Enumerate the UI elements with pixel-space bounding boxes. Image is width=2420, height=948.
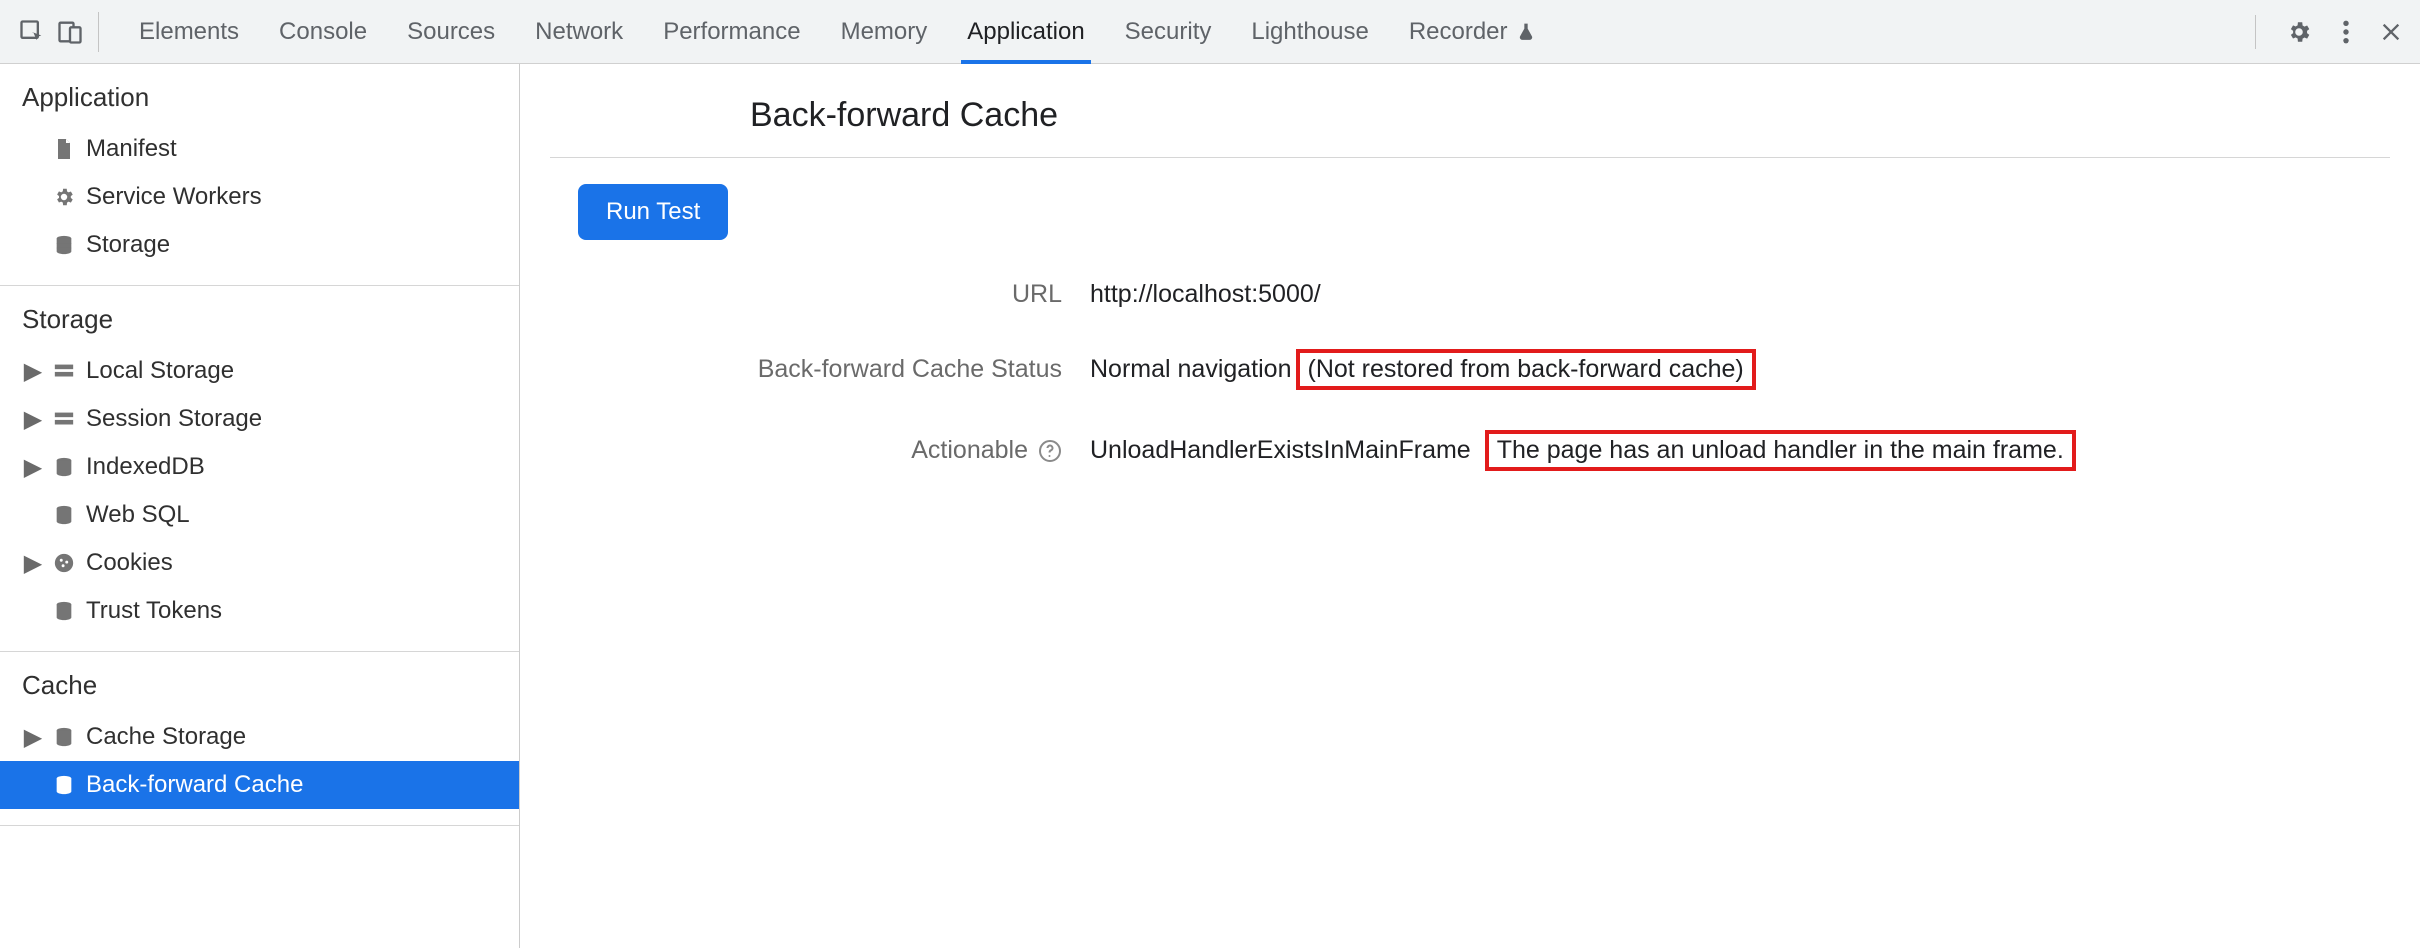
page-title: Back-forward Cache [750,96,2390,135]
devtools-tabs: Elements Console Sources Network Perform… [111,0,2223,63]
actionable-code: UnloadHandlerExistsInMainFrame [1090,436,1471,465]
sidebar-item-label: Cache Storage [86,723,246,751]
status-paren-text: (Not restored from back-forward cache) [1308,355,1744,383]
tab-lighthouse[interactable]: Lighthouse [1251,0,1368,63]
sidebar-item-label: Session Storage [86,405,262,433]
status-main-text: Normal navigation [1090,355,1292,384]
sidebar-section-storage: Storage [0,286,519,347]
tab-label: Memory [841,18,928,46]
sidebar-item-storage[interactable]: Storage [0,221,519,269]
label-bfcache-status: Back-forward Cache Status [550,355,1090,384]
sidebar-item-label: Local Storage [86,357,234,385]
gear-icon[interactable] [2286,19,2312,45]
divider [2255,15,2256,49]
table-icon [52,359,76,383]
expand-icon[interactable]: ▶ [24,405,42,434]
help-circle-icon[interactable] [1038,439,1062,463]
tab-console[interactable]: Console [279,0,367,63]
sidebar-item-label: Back-forward Cache [86,771,303,799]
tab-label: Elements [139,18,239,46]
database-icon [52,503,76,527]
tab-security[interactable]: Security [1125,0,1212,63]
divider [0,825,519,826]
row-bfcache-status: Back-forward Cache Status Normal navigat… [550,349,2390,390]
top-right-icon-group [2235,15,2402,49]
sidebar-item-label: Trust Tokens [86,597,222,625]
sidebar-item-cookies[interactable]: ▶ Cookies [0,539,519,587]
sidebar-item-label: Manifest [86,135,177,163]
close-icon[interactable] [2380,21,2402,43]
database-icon [52,773,76,797]
label-url: URL [550,280,1090,309]
flask-icon [1516,22,1536,42]
sidebar-item-web-sql[interactable]: Web SQL [0,491,519,539]
status-highlight-box: (Not restored from back-forward cache) [1296,349,1756,390]
sidebar-item-label: IndexedDB [86,453,205,481]
value-actionable: UnloadHandlerExistsInMainFrame The page … [1090,430,2390,471]
sidebar-item-service-workers[interactable]: Service Workers [0,173,519,221]
database-icon [52,455,76,479]
tab-label: Sources [407,18,495,46]
sidebar-item-indexeddb[interactable]: ▶ IndexedDB [0,443,519,491]
inspect-element-icon[interactable] [18,18,46,46]
tab-sources[interactable]: Sources [407,0,495,63]
document-icon [52,137,76,161]
device-toolbar-icon[interactable] [56,18,84,46]
tab-application[interactable]: Application [967,0,1084,63]
expand-icon[interactable]: ▶ [24,723,42,752]
tab-label: Network [535,18,623,46]
divider [550,157,2390,158]
expand-icon[interactable]: ▶ [24,357,42,386]
sidebar-section-application: Application [0,64,519,125]
tab-performance[interactable]: Performance [663,0,800,63]
gear-icon [52,185,76,209]
expand-icon[interactable]: ▶ [24,453,42,482]
tab-label: Console [279,18,367,46]
sidebar-item-label: Web SQL [86,501,190,529]
sidebar-item-trust-tokens[interactable]: Trust Tokens [0,587,519,635]
tab-memory[interactable]: Memory [841,0,928,63]
tab-label: Lighthouse [1251,18,1368,46]
sidebar-section-cache: Cache [0,652,519,713]
content-panel: Back-forward Cache Run Test URL http://l… [520,64,2420,948]
sidebar-item-session-storage[interactable]: ▶ Session Storage [0,395,519,443]
tab-network[interactable]: Network [535,0,623,63]
sidebar-item-manifest[interactable]: Manifest [0,125,519,173]
cookie-icon [52,551,76,575]
value-url: http://localhost:5000/ [1090,280,2390,309]
value-bfcache-status: Normal navigation (Not restored from bac… [1090,349,2390,390]
expand-icon[interactable]: ▶ [24,549,42,578]
tab-elements[interactable]: Elements [139,0,239,63]
label-actionable: Actionable [550,436,1090,465]
devtools-tab-bar: Elements Console Sources Network Perform… [0,0,2420,64]
sidebar-item-cache-storage[interactable]: ▶ Cache Storage [0,713,519,761]
table-icon [52,407,76,431]
sidebar-item-local-storage[interactable]: ▶ Local Storage [0,347,519,395]
sidebar-item-label: Storage [86,231,170,259]
run-test-button[interactable]: Run Test [578,184,728,240]
tab-label: Recorder [1409,18,1508,46]
application-sidebar: Application Manifest Service Workers [0,64,520,948]
tab-label: Security [1125,18,1212,46]
sidebar-item-label: Cookies [86,549,173,577]
tab-label: Application [967,18,1084,46]
actionable-explain-text: The page has an unload handler in the ma… [1497,436,2064,464]
database-icon [52,599,76,623]
row-actionable: Actionable UnloadHandlerExistsInMainFram… [550,430,2390,471]
actionable-highlight-box: The page has an unload handler in the ma… [1485,430,2076,471]
row-url: URL http://localhost:5000/ [550,280,2390,309]
tab-recorder[interactable]: Recorder [1409,0,1536,63]
info-grid: URL http://localhost:5000/ Back-forward … [550,280,2390,471]
top-left-icon-group [18,12,99,52]
database-icon [52,725,76,749]
kebab-menu-icon[interactable] [2342,19,2350,45]
database-icon [52,233,76,257]
sidebar-item-label: Service Workers [86,183,262,211]
sidebar-item-back-forward-cache[interactable]: Back-forward Cache [0,761,519,809]
label-actionable-text: Actionable [911,436,1028,465]
tab-label: Performance [663,18,800,46]
